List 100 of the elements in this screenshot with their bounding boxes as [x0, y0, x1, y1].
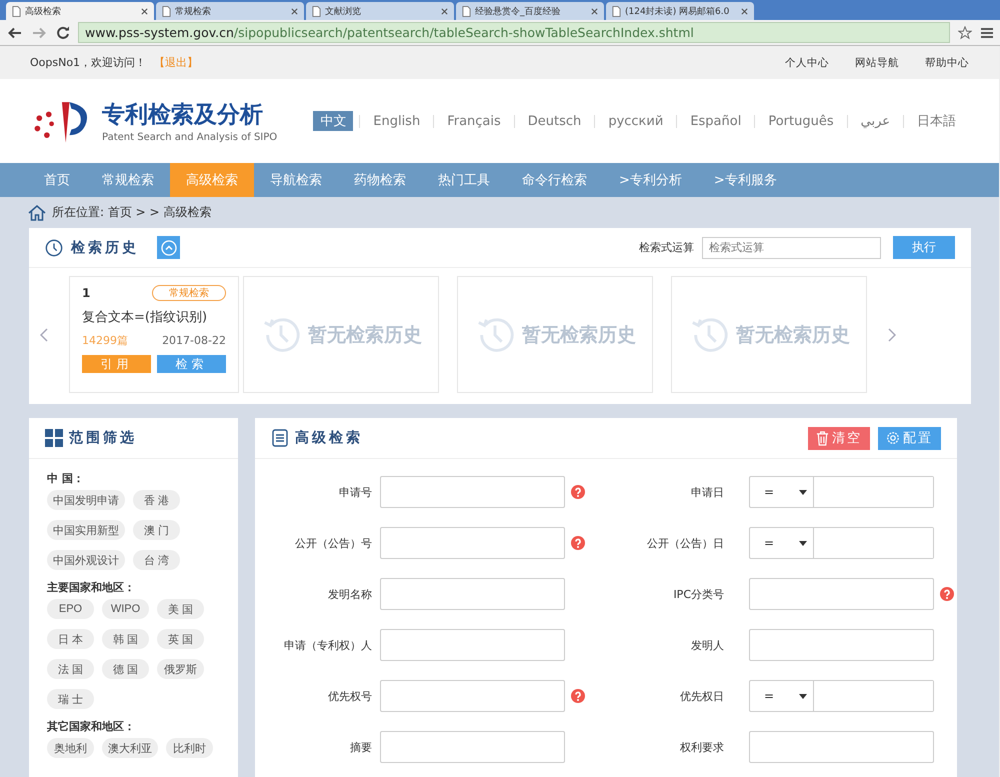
- region-chip[interactable]: 德 国: [102, 659, 149, 679]
- tab-title: (124封未读) 网易邮箱6.0: [625, 6, 730, 18]
- field-label: 优先权日: [679, 688, 725, 704]
- forward-icon[interactable]: [32, 26, 46, 40]
- text-field[interactable]: [749, 731, 934, 763]
- region-chip[interactable]: EPO: [47, 599, 94, 619]
- field-label: 公开（公告）日: [646, 536, 725, 550]
- help-icon[interactable]: [571, 689, 585, 703]
- region-chip[interactable]: 台 湾: [133, 550, 180, 570]
- history-number: 1: [82, 286, 90, 300]
- region-chip[interactable]: 英 国: [157, 629, 204, 649]
- close-icon[interactable]: [441, 8, 448, 14]
- menu-icon[interactable]: [980, 26, 994, 38]
- page-icon: [312, 6, 321, 16]
- clock-icon: [45, 238, 63, 256]
- field-label: IPC分类号: [672, 586, 725, 602]
- region-chip[interactable]: 澳大利亚: [102, 738, 158, 758]
- language-link[interactable]: Español: [683, 112, 748, 130]
- browser-tab[interactable]: (124封未读) 网易邮箱6.0: [606, 2, 754, 20]
- site-title: 专利检索及分析: [102, 101, 264, 130]
- region-chip[interactable]: 澳 门: [133, 520, 180, 540]
- address-field[interactable]: www.pss-system.gov.cn/sipopublicsearch/patentsearch/tableSearch-showTableSearchIndex.shtml: [78, 22, 950, 43]
- back-icon[interactable]: [8, 26, 22, 40]
- region-chip[interactable]: 中国发明申请: [47, 490, 125, 510]
- region-chip[interactable]: 中国实用新型: [47, 520, 125, 540]
- region-chip[interactable]: 香 港: [133, 490, 180, 510]
- field-label: 摘要: [349, 740, 373, 754]
- region-chip[interactable]: 美 国: [157, 599, 204, 619]
- field-label: 申请日: [690, 484, 725, 500]
- top-link[interactable]: 个人中心: [785, 56, 829, 70]
- home-icon: [28, 204, 46, 220]
- text-field[interactable]: [380, 731, 565, 763]
- region-chip[interactable]: 日 本: [47, 629, 94, 649]
- top-link[interactable]: 帮助中心: [925, 56, 969, 70]
- region-chip[interactable]: 瑞 士: [47, 689, 94, 709]
- language-link[interactable]: Português: [761, 112, 841, 130]
- chevron-up-icon: [160, 240, 176, 256]
- language-link[interactable]: 日本語: [910, 111, 963, 131]
- star-icon[interactable]: [958, 26, 972, 40]
- region-chip[interactable]: 中国外观设计: [47, 550, 125, 570]
- browser-tab[interactable]: 高级检索: [6, 2, 154, 20]
- breadcrumb-text: 所在位置: 首页 > > 高级检索: [52, 204, 212, 221]
- close-icon[interactable]: [591, 8, 598, 14]
- browser-tab[interactable]: 文献浏览: [306, 2, 454, 20]
- text-field[interactable]: [380, 680, 565, 712]
- document-icon: [271, 429, 289, 447]
- language-link[interactable]: Français: [440, 112, 508, 130]
- region-chip[interactable]: 俄罗斯: [157, 659, 204, 679]
- language-link[interactable]: русский: [601, 112, 670, 130]
- browser-tab[interactable]: 常规检索: [156, 2, 304, 20]
- field-label: 发明名称: [327, 586, 373, 602]
- help-icon[interactable]: [571, 485, 585, 499]
- group-label: 中 国：: [47, 471, 85, 486]
- help-icon[interactable]: [571, 536, 585, 550]
- region-chip[interactable]: 奥地利: [47, 738, 94, 758]
- grid-icon: [45, 429, 63, 447]
- history-date: 2017-08-22: [162, 334, 226, 347]
- language-link[interactable]: Deutsch: [520, 112, 588, 130]
- page-icon: [462, 6, 471, 16]
- language-link[interactable]: عربي: [854, 112, 897, 130]
- field-label: 公开（公告）号: [294, 536, 373, 550]
- region-chip[interactable]: 比利时: [166, 738, 213, 758]
- page-icon: [162, 6, 171, 16]
- caret-icon: [799, 540, 807, 546]
- text-field[interactable]: [749, 578, 934, 610]
- collapse-button[interactable]: [157, 236, 180, 259]
- date-field[interactable]: =: [749, 476, 934, 508]
- panel-title: 范围筛选: [69, 429, 137, 447]
- group-label: 其它国家和地区：: [47, 719, 136, 734]
- top-link[interactable]: 网站导航: [855, 56, 899, 70]
- page-icon: [612, 6, 621, 16]
- text-field[interactable]: [380, 527, 565, 559]
- region-chip[interactable]: 法 国: [47, 659, 94, 679]
- page-icon: [12, 6, 21, 16]
- browser-tab[interactable]: 经验悬赏令_百度经验: [456, 2, 604, 20]
- close-icon[interactable]: [141, 8, 148, 14]
- help-icon[interactable]: [940, 587, 954, 601]
- greeting-text: OopsNo1，欢迎访问！: [30, 55, 146, 70]
- text-field[interactable]: [749, 629, 934, 661]
- region-chip[interactable]: WIPO: [102, 599, 149, 619]
- result-count: 14299篇: [82, 333, 128, 348]
- tab-title: 常规检索: [175, 6, 212, 18]
- date-field[interactable]: =: [749, 527, 934, 559]
- field-label: 申请号: [338, 484, 373, 500]
- date-field[interactable]: =: [749, 680, 934, 712]
- formula-field[interactable]: 检索式运算: [702, 236, 881, 258]
- previous-icon[interactable]: [40, 328, 48, 342]
- text-field[interactable]: [380, 629, 565, 661]
- region-chip[interactable]: 韩 国: [102, 629, 149, 649]
- language-link[interactable]: English: [366, 112, 428, 130]
- empty-history-text: 暂无检索历史: [736, 322, 850, 348]
- reload-icon[interactable]: [56, 26, 70, 40]
- close-icon[interactable]: [741, 8, 748, 14]
- next-icon[interactable]: [888, 328, 896, 342]
- close-icon[interactable]: [291, 8, 298, 14]
- text-field[interactable]: [380, 476, 565, 508]
- caret-icon: [799, 694, 807, 698]
- text-field[interactable]: [380, 578, 565, 610]
- tab-title: 文献浏览: [325, 6, 362, 18]
- language-link[interactable]: 中文: [313, 111, 354, 131]
